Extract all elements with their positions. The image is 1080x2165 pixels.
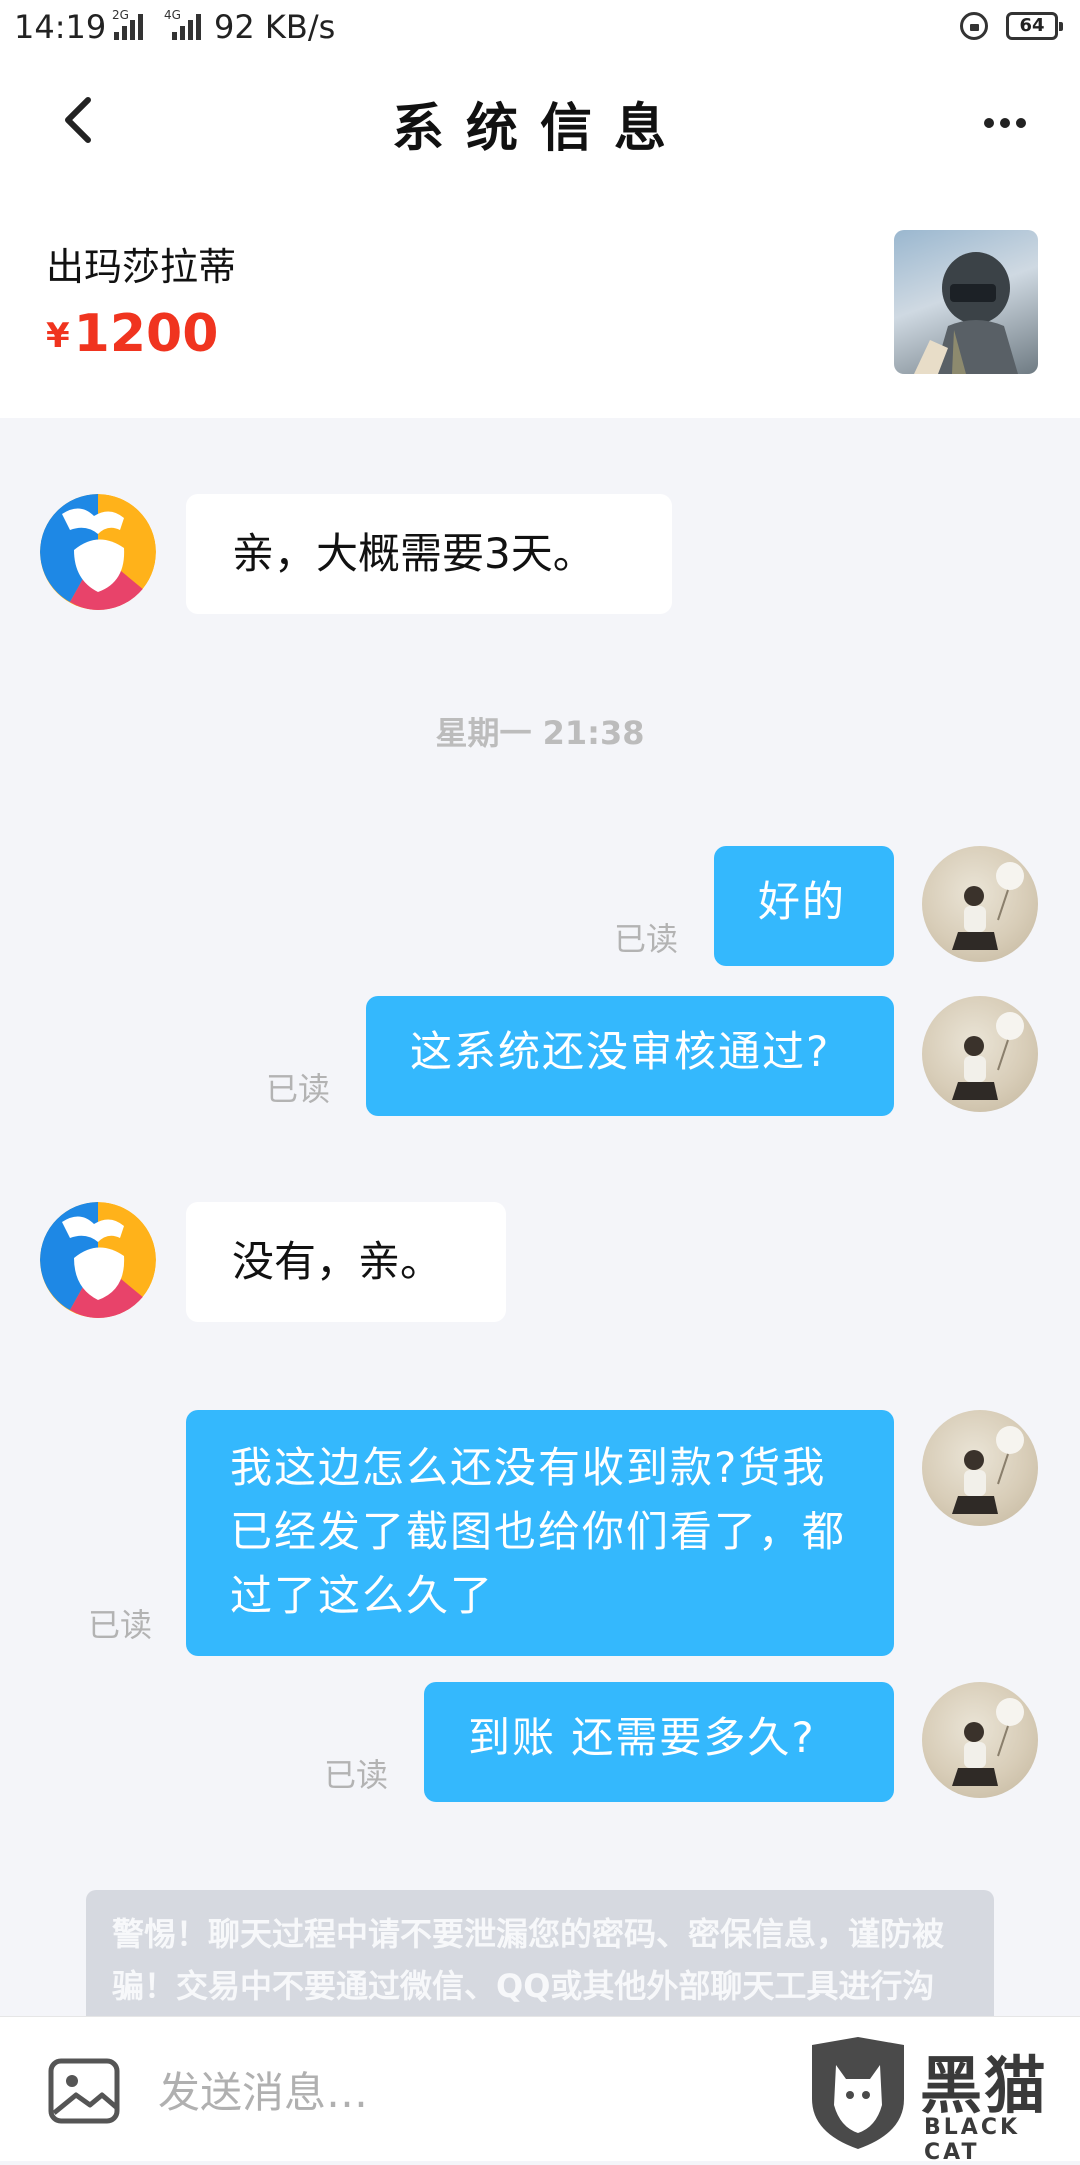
more-button[interactable] — [984, 118, 1026, 128]
system-logo-icon — [40, 494, 156, 610]
status-bar: 14:19 2G 4G 92 KB/s 64 — [0, 0, 1080, 56]
user-photo-icon — [952, 1012, 1024, 1100]
user-avatar[interactable] — [922, 1410, 1038, 1526]
more-dots-icon — [984, 118, 994, 128]
message-bubble-outgoing[interactable]: 这系统还没审核通过? — [366, 996, 894, 1116]
price-value: 1200 — [73, 304, 219, 364]
chat-area[interactable]: 亲，大概需要3天。 星期一 21:38 已读 好的 已读 这系统还没审核通过? … — [0, 418, 1080, 2016]
system-logo-icon — [40, 1202, 156, 1318]
message-input[interactable] — [156, 2053, 760, 2131]
system-avatar[interactable] — [40, 1202, 156, 1318]
watermark-text: 黑猫 — [920, 2049, 1049, 2122]
rotation-lock-icon — [960, 12, 988, 40]
user-photo-icon — [952, 862, 1024, 950]
read-status: 已读 — [88, 1606, 153, 1644]
currency-symbol: ¥ — [46, 316, 70, 356]
read-status: 已读 — [324, 1756, 389, 1794]
message-bubble-outgoing[interactable]: 好的 — [714, 846, 894, 966]
game-character-helmet-image — [914, 252, 1018, 374]
item-thumbnail[interactable] — [894, 230, 1038, 374]
user-avatar[interactable] — [922, 996, 1038, 1112]
message-bubble-incoming[interactable]: 没有，亲。 — [186, 1202, 506, 1322]
item-card[interactable]: 出玛莎拉蒂 ¥1200 — [0, 186, 1080, 418]
message-timestamp: 星期一 21:38 — [435, 714, 645, 752]
image-picker-button[interactable] — [46, 2053, 122, 2129]
status-time: 14:19 — [14, 8, 107, 46]
signal-strength-icon — [114, 12, 143, 40]
page-title: 系统信息 — [391, 98, 688, 159]
message-bubble-outgoing[interactable]: 到账 还需要多久? — [424, 1682, 894, 1802]
read-status: 已读 — [614, 920, 679, 958]
user-photo-icon — [952, 1698, 1024, 1786]
system-avatar[interactable] — [40, 494, 156, 610]
item-price: ¥1200 — [46, 304, 218, 364]
user-photo-icon — [952, 1426, 1024, 1514]
signal-strength-icon — [172, 12, 201, 40]
watermark-subtext: BLACK CAT — [924, 2115, 1021, 2165]
read-status: 已读 — [266, 1070, 331, 1108]
network-speed: 92 KB/s — [214, 8, 336, 46]
black-cat-shield-icon — [812, 2037, 904, 2149]
input-bar: 黑猫 BLACK CAT — [0, 2016, 1080, 2165]
header: 系统信息 — [0, 56, 1080, 186]
message-bubble-outgoing[interactable]: 我这边怎么还没有收到款?货我已经发了截图也给你们看了，都过了这么久了 — [186, 1410, 894, 1656]
battery-icon: 64 — [1006, 12, 1063, 40]
message-bubble-incoming[interactable]: 亲，大概需要3天。 — [186, 494, 672, 614]
black-cat-watermark: 黑猫 BLACK CAT — [806, 2031, 1080, 2165]
security-warning-notice: 警惕！聊天过程中请不要泄漏您的密码、密保信息，谨防被骗！交易中不要通过微信、QQ… — [86, 1890, 994, 2016]
item-name: 出玛莎拉蒂 — [46, 245, 237, 289]
image-picker-icon — [48, 2058, 120, 2124]
user-avatar[interactable] — [922, 846, 1038, 962]
user-avatar[interactable] — [922, 1682, 1038, 1798]
